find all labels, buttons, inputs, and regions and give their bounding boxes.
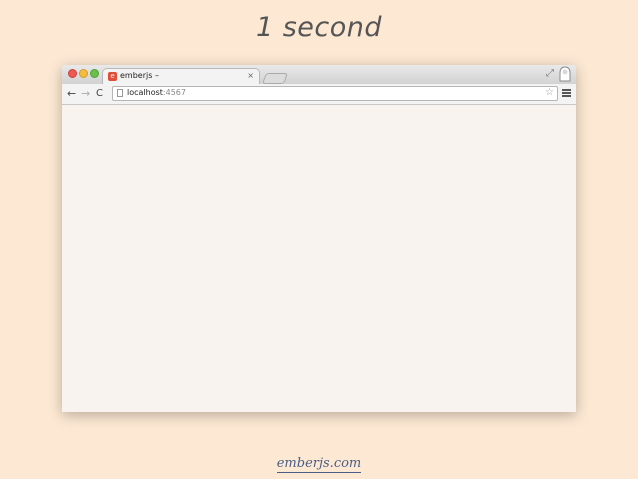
address-url: localhost:4567: [127, 88, 186, 97]
profile-icon[interactable]: [559, 66, 571, 82]
reload-icon[interactable]: C: [96, 87, 103, 100]
browser-titlebar: e emberjs – × ⤢: [62, 65, 576, 85]
address-bar[interactable]: localhost:4567 ☆: [112, 86, 558, 101]
back-arrow-icon[interactable]: ←: [67, 87, 76, 100]
ember-favicon-icon: e: [108, 72, 117, 81]
tab-close-icon[interactable]: ×: [247, 71, 254, 80]
browser-toolbar: ← → C localhost:4567 ☆: [62, 84, 576, 105]
zoom-window-icon[interactable]: [90, 69, 99, 78]
tab-title: emberjs –: [120, 71, 159, 80]
minimize-window-icon[interactable]: [79, 69, 88, 78]
close-window-icon[interactable]: [68, 69, 77, 78]
browser-window: e emberjs – × ⤢ ← → C localhost:4567 ☆: [62, 65, 576, 412]
fullscreen-icon[interactable]: ⤢: [546, 68, 554, 79]
url-host: localhost: [127, 88, 163, 97]
menu-icon[interactable]: [562, 89, 571, 98]
footer: emberjs.com: [0, 452, 638, 473]
slide-title: 1 second: [255, 12, 383, 43]
emberjs-link[interactable]: emberjs.com: [276, 456, 362, 473]
star-icon[interactable]: ☆: [545, 87, 554, 98]
page-icon: [117, 89, 123, 97]
forward-arrow-icon[interactable]: →: [81, 87, 90, 100]
browser-viewport: [62, 105, 576, 412]
url-port: :4567: [162, 88, 186, 97]
new-tab-button[interactable]: [261, 73, 289, 84]
browser-tab[interactable]: e emberjs – ×: [102, 68, 260, 85]
